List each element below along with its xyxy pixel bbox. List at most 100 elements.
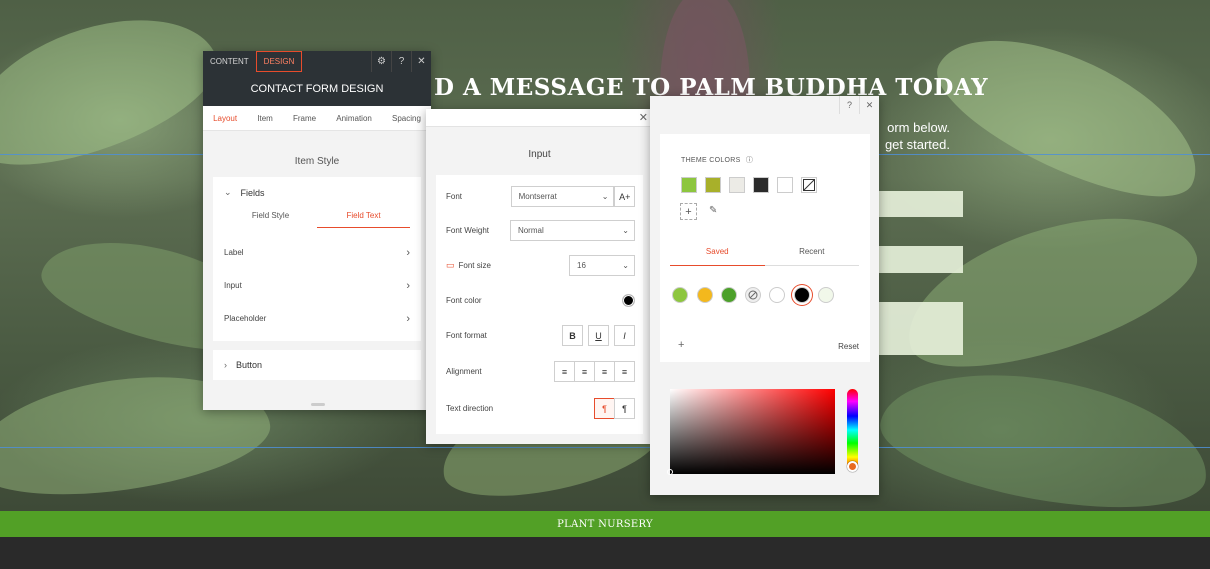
panel-title: CONTACT FORM DESIGN bbox=[203, 72, 431, 106]
rtl-button[interactable]: ¶ bbox=[614, 398, 635, 419]
fields-label: Fields bbox=[240, 187, 265, 198]
chevron-right-icon: › bbox=[224, 360, 227, 370]
no-color-swatch[interactable] bbox=[801, 177, 817, 193]
input-style-panel: ✕ Input Font Montserrat ⌄ A+ Font Weight… bbox=[426, 109, 653, 444]
palette-card: THEME COLORS ⓘ + ✎ Saved Recent + Reset bbox=[660, 134, 870, 362]
footer-bar: PLANT NURSERY bbox=[0, 511, 1210, 537]
pencil-icon[interactable]: ✎ bbox=[709, 205, 717, 216]
font-weight-label: Font Weight bbox=[446, 226, 489, 235]
alignment-label: Alignment bbox=[446, 367, 482, 376]
subtab-item[interactable]: Item bbox=[257, 114, 273, 123]
close-icon[interactable]: ✕ bbox=[639, 111, 648, 124]
button-label: Button bbox=[236, 360, 263, 370]
design-subtabs: Layout Item Frame Animation Spacing bbox=[203, 106, 431, 131]
align-right-icon[interactable]: ≡ bbox=[594, 361, 615, 382]
tab-recent[interactable]: Recent bbox=[765, 247, 860, 265]
theme-color-swatch[interactable] bbox=[681, 177, 697, 193]
saved-color-swatch-selected[interactable] bbox=[794, 287, 810, 303]
close-icon[interactable]: ✕ bbox=[859, 96, 879, 114]
hue-slider[interactable] bbox=[847, 389, 858, 471]
saved-color-swatch[interactable] bbox=[672, 287, 688, 303]
underline-button[interactable]: U bbox=[588, 325, 609, 346]
tab-content[interactable]: CONTENT bbox=[203, 51, 256, 72]
subtab-animation[interactable]: Animation bbox=[336, 114, 372, 123]
chevron-right-icon: › bbox=[406, 246, 410, 259]
button-toggle[interactable]: › Button bbox=[213, 350, 421, 380]
row-label: Placeholder bbox=[224, 314, 267, 323]
text-direction-label: Text direction bbox=[446, 404, 494, 413]
no-color-swatch[interactable] bbox=[745, 287, 761, 303]
panel-tabs: CONTENT DESIGN ⚙ ? ✕ bbox=[203, 51, 431, 72]
list-item-placeholder[interactable]: Placeholder › bbox=[213, 302, 421, 335]
chevron-right-icon: › bbox=[406, 312, 410, 325]
help-icon[interactable]: ? bbox=[391, 51, 411, 72]
font-upload-button[interactable]: A+ bbox=[614, 186, 635, 207]
tab-design[interactable]: DESIGN bbox=[255, 51, 303, 72]
italic-button[interactable]: I bbox=[614, 325, 635, 346]
subtab-spacing[interactable]: Spacing bbox=[392, 114, 421, 123]
row-label: Input bbox=[224, 281, 242, 290]
font-weight-select[interactable]: Normal ⌄ bbox=[509, 220, 635, 241]
saved-color-swatch[interactable] bbox=[721, 287, 737, 303]
list-item-label[interactable]: Label › bbox=[213, 236, 421, 269]
chevron-right-icon: › bbox=[406, 279, 410, 292]
hero-subtitle-line: get started. bbox=[884, 137, 950, 152]
form-input-field[interactable] bbox=[870, 191, 963, 217]
tab-field-style[interactable]: Field Style bbox=[224, 206, 317, 228]
font-color-label: Font color bbox=[446, 296, 482, 305]
row-label: Label bbox=[224, 248, 244, 257]
tab-field-text[interactable]: Field Text bbox=[317, 206, 410, 228]
help-icon[interactable]: ? bbox=[839, 96, 859, 114]
add-saved-color-button[interactable]: + bbox=[678, 339, 684, 351]
footer-dark-bar bbox=[0, 537, 1210, 569]
saturation-handle[interactable] bbox=[667, 469, 673, 475]
theme-color-swatch[interactable] bbox=[753, 177, 769, 193]
gear-icon[interactable]: ⚙ bbox=[371, 51, 391, 72]
color-picker-panel: ? ✕ THEME COLORS ⓘ + ✎ Saved Recent + Re… bbox=[650, 96, 879, 495]
list-item-input[interactable]: Input › bbox=[213, 269, 421, 302]
align-justify-icon[interactable]: ≡ bbox=[614, 361, 635, 382]
tab-saved[interactable]: Saved bbox=[670, 247, 765, 266]
ltr-button[interactable]: ¶ bbox=[594, 398, 615, 419]
close-icon[interactable]: ✕ bbox=[411, 51, 431, 72]
layout-guide-line bbox=[0, 447, 1210, 448]
button-card: › Button bbox=[213, 350, 421, 380]
chevron-down-icon: ⌄ bbox=[224, 187, 232, 197]
theme-color-swatch[interactable] bbox=[777, 177, 793, 193]
saved-color-swatch[interactable] bbox=[818, 287, 834, 303]
saturation-picker[interactable] bbox=[670, 389, 835, 474]
form-input-field[interactable] bbox=[870, 246, 963, 273]
theme-color-swatch[interactable] bbox=[705, 177, 721, 193]
font-label: Font bbox=[446, 192, 463, 201]
font-color-swatch[interactable] bbox=[622, 294, 635, 307]
resize-handle[interactable] bbox=[311, 403, 325, 406]
panel-title: Input bbox=[528, 149, 551, 160]
bold-button[interactable]: B bbox=[562, 325, 583, 346]
hero-subtitle-line: orm below. bbox=[887, 120, 950, 135]
fields-toggle[interactable]: ⌄ Fields bbox=[213, 177, 421, 202]
font-size-select[interactable]: 16 ⌄ bbox=[569, 255, 635, 276]
subtab-layout[interactable]: Layout bbox=[213, 114, 237, 123]
reset-button[interactable]: Reset bbox=[838, 342, 859, 351]
contact-form-design-panel: CONTENT DESIGN ⚙ ? ✕ CONTACT FORM DESIGN… bbox=[203, 51, 431, 410]
subtab-frame[interactable]: Frame bbox=[293, 114, 316, 123]
section-title: Item Style bbox=[294, 156, 340, 167]
align-center-icon[interactable]: ≡ bbox=[574, 361, 595, 382]
font-size-label: Font size bbox=[458, 261, 491, 270]
font-select[interactable]: Montserrat ⌄ bbox=[510, 186, 615, 207]
chevron-down-icon: ⌄ bbox=[601, 192, 609, 201]
hue-slider-handle[interactable] bbox=[847, 461, 858, 472]
responsive-icon: ▭ bbox=[446, 260, 455, 270]
fields-card: ⌄ Fields Field Style Field Text Label › … bbox=[213, 177, 421, 341]
font-format-label: Font format bbox=[446, 331, 487, 340]
footer-text: PLANT NURSERY bbox=[557, 518, 653, 530]
theme-color-swatch[interactable] bbox=[729, 177, 745, 193]
add-theme-color-button[interactable]: + bbox=[680, 203, 697, 220]
input-settings-card: Font Montserrat ⌄ A+ Font Weight Normal … bbox=[436, 175, 643, 434]
saved-color-swatch[interactable] bbox=[769, 287, 785, 303]
saved-color-swatch[interactable] bbox=[697, 287, 713, 303]
form-textarea-field[interactable] bbox=[870, 302, 963, 355]
align-left-icon[interactable]: ≡ bbox=[554, 361, 575, 382]
info-icon: ⓘ bbox=[745, 157, 754, 164]
chevron-down-icon: ⌄ bbox=[622, 261, 629, 270]
